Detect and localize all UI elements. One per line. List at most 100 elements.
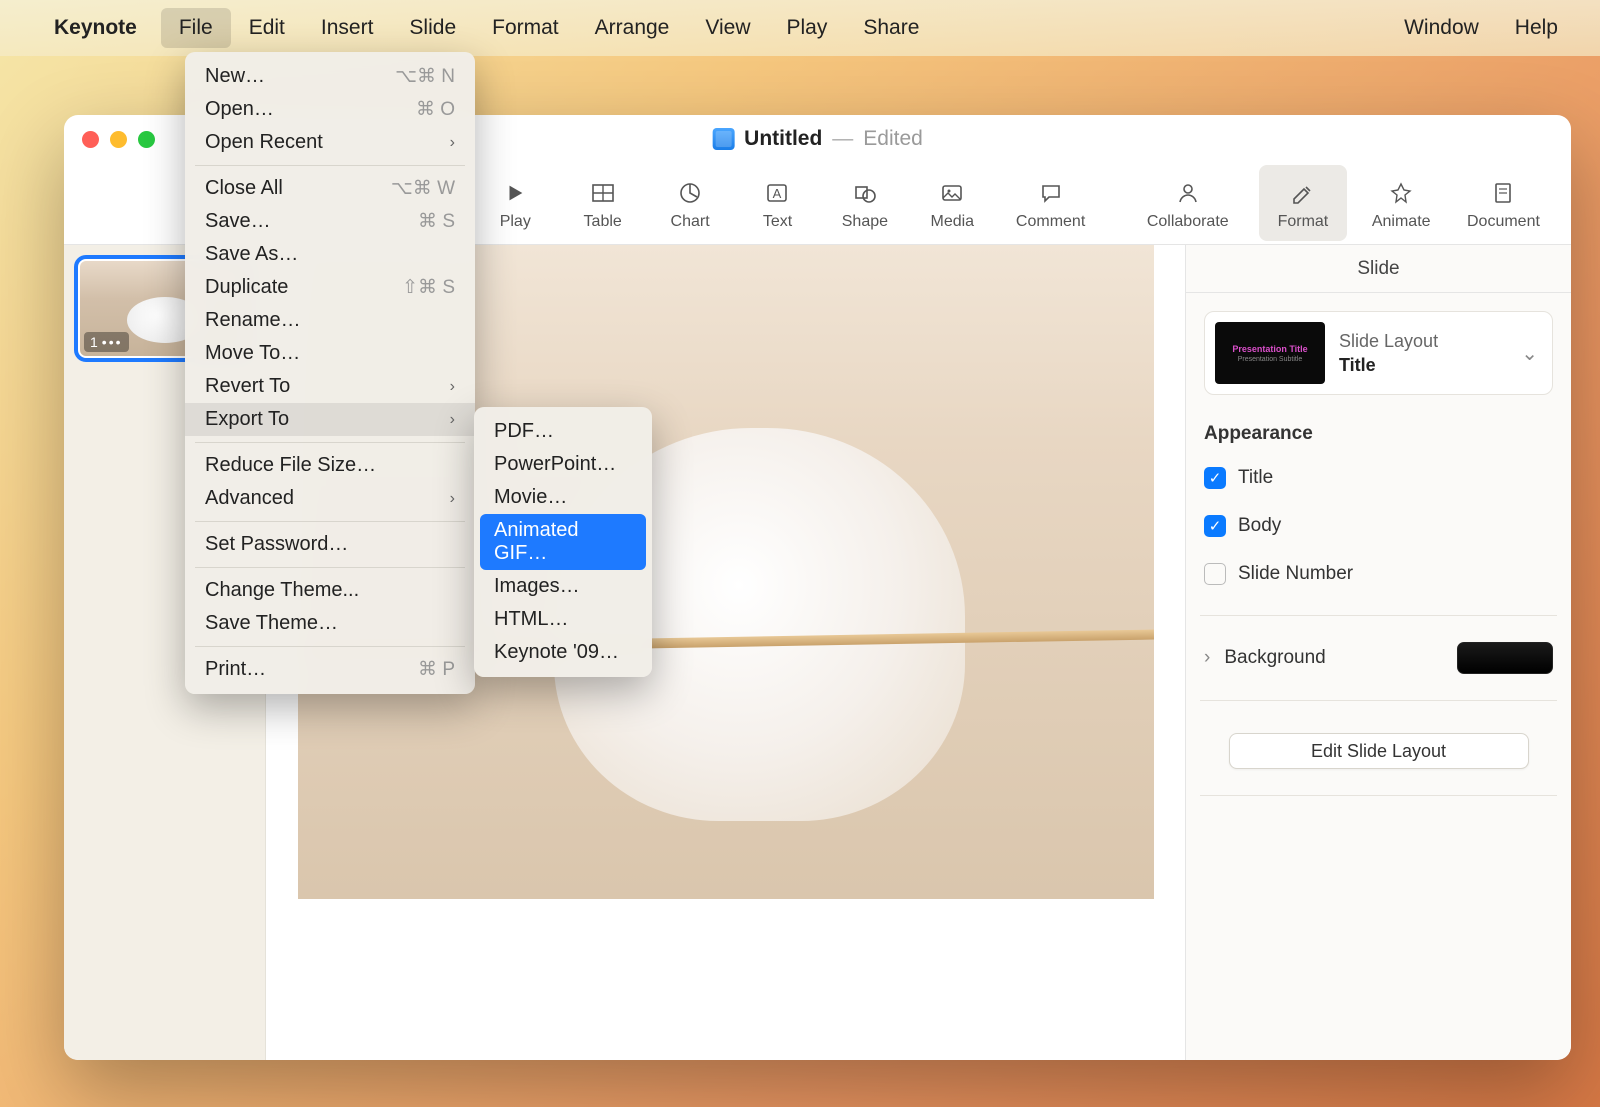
tool-play[interactable]: Play xyxy=(483,165,548,241)
layout-label: Slide Layout xyxy=(1339,331,1507,352)
menu-rename[interactable]: Rename… xyxy=(185,304,475,337)
export-keynote09[interactable]: Keynote '09… xyxy=(474,636,652,669)
menu-open[interactable]: Open…⌘ O xyxy=(185,93,475,126)
tool-label: Format xyxy=(1278,213,1329,231)
menu-move-to[interactable]: Move To… xyxy=(185,337,475,370)
check-title[interactable]: ✓ Title xyxy=(1204,463,1553,493)
menu-reduce-file-size[interactable]: Reduce File Size… xyxy=(185,449,475,482)
comment-icon xyxy=(1037,179,1065,207)
chevron-down-icon: ⌄ xyxy=(1521,341,1538,366)
export-html[interactable]: HTML… xyxy=(474,603,652,636)
checkbox-icon[interactable]: ✓ xyxy=(1204,467,1226,489)
menu-share[interactable]: Share xyxy=(845,8,937,48)
check-label: Slide Number xyxy=(1238,563,1353,585)
text-icon: A xyxy=(763,179,791,207)
tool-text[interactable]: A Text xyxy=(745,165,810,241)
export-animated-gif[interactable]: Animated GIF… xyxy=(480,514,646,570)
tool-label: Shape xyxy=(842,213,888,231)
chevron-right-icon: › xyxy=(450,134,455,152)
tool-document[interactable]: Document xyxy=(1456,165,1551,241)
more-icon: ••• xyxy=(102,334,123,350)
minimize-icon[interactable] xyxy=(110,131,127,148)
media-icon xyxy=(938,179,966,207)
export-pdf[interactable]: PDF… xyxy=(474,415,652,448)
tool-label: Collaborate xyxy=(1147,213,1229,231)
check-body[interactable]: ✓ Body xyxy=(1204,511,1553,541)
tool-format[interactable]: Format xyxy=(1259,165,1346,241)
menu-file[interactable]: File xyxy=(161,8,231,48)
chevron-right-icon: › xyxy=(450,378,455,396)
menu-edit[interactable]: Edit xyxy=(231,8,303,48)
traffic-lights xyxy=(82,131,155,148)
chevron-right-icon: › xyxy=(450,411,455,429)
menu-window[interactable]: Window xyxy=(1386,8,1497,48)
menu-duplicate[interactable]: Duplicate⇧⌘ S xyxy=(185,271,475,304)
app-name[interactable]: Keynote xyxy=(42,10,149,46)
doc-name[interactable]: Untitled xyxy=(744,127,822,151)
menu-play[interactable]: Play xyxy=(769,8,846,48)
tool-label: Table xyxy=(584,213,622,231)
menu-view[interactable]: View xyxy=(687,8,768,48)
menu-revert-to[interactable]: Revert To› xyxy=(185,370,475,403)
export-images[interactable]: Images… xyxy=(474,570,652,603)
window-title: Untitled — Edited xyxy=(712,127,923,151)
layout-value: Title xyxy=(1339,355,1507,376)
menu-help[interactable]: Help xyxy=(1497,8,1576,48)
menu-change-theme[interactable]: Change Theme... xyxy=(185,574,475,607)
inspector-tab-slide[interactable]: Slide xyxy=(1186,245,1571,293)
close-icon[interactable] xyxy=(82,131,99,148)
menu-export-to[interactable]: Export To› xyxy=(185,403,475,436)
tool-label: Comment xyxy=(1016,213,1085,231)
document-icon xyxy=(712,128,734,150)
checkbox-icon[interactable] xyxy=(1204,563,1226,585)
tool-collaborate[interactable]: Collaborate xyxy=(1138,165,1237,241)
menu-open-recent[interactable]: Open Recent› xyxy=(185,126,475,159)
check-slide-number[interactable]: Slide Number xyxy=(1204,559,1553,589)
tool-label: Media xyxy=(931,213,975,231)
menu-set-password[interactable]: Set Password… xyxy=(185,528,475,561)
export-powerpoint[interactable]: PowerPoint… xyxy=(474,448,652,481)
title-separator: — xyxy=(832,127,853,151)
menu-new[interactable]: New…⌥⌘ N xyxy=(185,60,475,93)
menu-slide[interactable]: Slide xyxy=(391,8,474,48)
tool-table[interactable]: Table xyxy=(570,165,635,241)
tool-comment[interactable]: Comment xyxy=(1007,165,1094,241)
export-movie[interactable]: Movie… xyxy=(474,481,652,514)
menu-save-theme[interactable]: Save Theme… xyxy=(185,607,475,640)
table-icon xyxy=(589,179,617,207)
doc-status: Edited xyxy=(863,127,923,151)
tool-shape[interactable]: Shape xyxy=(832,165,897,241)
menu-arrange[interactable]: Arrange xyxy=(577,8,688,48)
menu-advanced[interactable]: Advanced› xyxy=(185,482,475,515)
menu-close-all[interactable]: Close All⌥⌘ W xyxy=(185,172,475,205)
background-color-swatch[interactable] xyxy=(1457,642,1553,674)
background-row[interactable]: › Background xyxy=(1204,642,1553,674)
file-menu-dropdown: New…⌥⌘ N Open…⌘ O Open Recent› Close All… xyxy=(185,52,475,694)
disclosure-icon[interactable]: › xyxy=(1204,647,1210,669)
menu-format[interactable]: Format xyxy=(474,8,577,48)
slide-number: 1 xyxy=(90,334,98,350)
animate-icon xyxy=(1387,179,1415,207)
tool-label: Chart xyxy=(671,213,710,231)
tool-label: Document xyxy=(1467,213,1540,231)
menu-save[interactable]: Save…⌘ S xyxy=(185,205,475,238)
menubar: Keynote File Edit Insert Slide Format Ar… xyxy=(0,0,1600,56)
checkbox-icon[interactable]: ✓ xyxy=(1204,515,1226,537)
tool-animate[interactable]: Animate xyxy=(1369,165,1434,241)
menu-print[interactable]: Print…⌘ P xyxy=(185,653,475,686)
tool-media[interactable]: Media xyxy=(920,165,985,241)
export-to-submenu: PDF… PowerPoint… Movie… Animated GIF… Im… xyxy=(474,407,652,677)
collaborate-icon xyxy=(1174,179,1202,207)
menu-insert[interactable]: Insert xyxy=(303,8,392,48)
zoom-icon[interactable] xyxy=(138,131,155,148)
format-icon xyxy=(1289,179,1317,207)
tool-chart[interactable]: Chart xyxy=(657,165,722,241)
slide-number-badge: 1 ••• xyxy=(84,332,129,352)
svg-text:A: A xyxy=(773,186,782,201)
menu-save-as[interactable]: Save As… xyxy=(185,238,475,271)
edit-slide-layout-button[interactable]: Edit Slide Layout xyxy=(1229,733,1529,769)
document-tool-icon xyxy=(1489,179,1517,207)
tool-label: Animate xyxy=(1372,213,1431,231)
slide-layout-selector[interactable]: Presentation Title Presentation Subtitle… xyxy=(1204,311,1553,395)
background-label: Background xyxy=(1224,647,1325,669)
